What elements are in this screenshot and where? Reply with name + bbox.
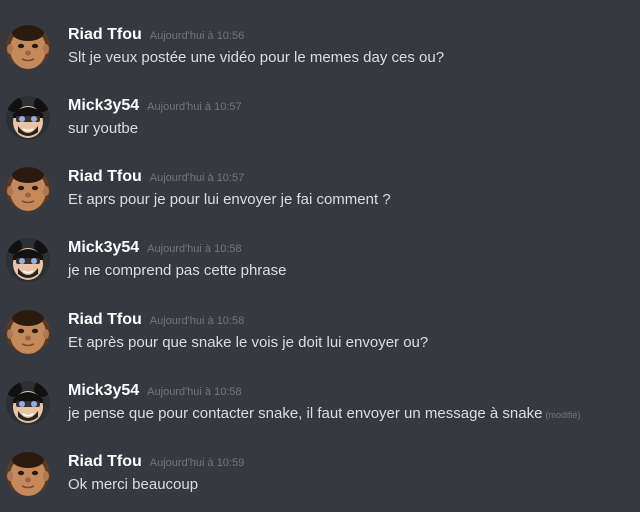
message-text: je pense que pour contacter snake, il fa… (68, 404, 580, 425)
message-body: je pense que pour contacter snake, il fa… (68, 405, 543, 422)
message-body: Et aprs pour je pour lui envoyer je fai … (68, 191, 391, 208)
user-avatar[interactable] (6, 452, 50, 496)
message-timestamp: Aujourd'hui à 10:58 (147, 386, 242, 398)
message-text: sur youtbe (68, 119, 138, 139)
chat-message: Mick3y54 Aujourd'hui à 10:57 sur youtbe (0, 96, 640, 166)
message-body: Slt je veux postée une vidéo pour le mem… (68, 49, 445, 66)
message-author[interactable]: Riad Tfou (68, 168, 142, 185)
message-body: Et après pour que snake le vois je doit … (68, 334, 429, 351)
message-timestamp: Aujourd'hui à 10:57 (149, 172, 245, 184)
message-header: Mick3y54 Aujourd'hui à 10:58 (68, 381, 242, 401)
message-text: Slt je veux postée une vidéo pour le mem… (68, 48, 444, 68)
user-avatar[interactable] (6, 96, 50, 140)
chat-message-list[interactable]: Riad Tfou Aujourd'hui à 10:56 Slt je veux… (0, 0, 640, 512)
user-avatar[interactable] (6, 238, 50, 282)
message-author[interactable]: Riad Tfou (68, 26, 142, 43)
user-avatar[interactable] (6, 167, 50, 211)
message-header: Riad Tfou Aujourd'hui à 10:56 (68, 25, 244, 45)
message-body: je ne comprend pas cette phrase (68, 262, 287, 279)
chat-message: Riad Tfou Aujourd'hui à 10:59 Ok merci be… (0, 452, 640, 512)
message-timestamp: Aujourd'hui à 10:56 (149, 30, 245, 42)
message-header: Mick3y54 Aujourd'hui à 10:57 (68, 96, 242, 116)
message-author[interactable]: Mick3y54 (68, 97, 139, 114)
message-author[interactable]: Mick3y54 (68, 239, 139, 256)
message-timestamp: Aujourd'hui à 10:58 (147, 243, 242, 255)
chat-message: Mick3y54 Aujourd'hui à 10:58 je ne compre… (0, 238, 640, 308)
message-header: Riad Tfou Aujourd'hui à 10:59 (68, 452, 244, 472)
message-text: Et aprs pour je pour lui envoyer je fai … (68, 190, 391, 210)
message-timestamp: Aujourd'hui à 10:58 (149, 315, 245, 327)
message-author[interactable]: Mick3y54 (68, 382, 139, 399)
message-text: Ok merci beaucoup (68, 475, 198, 495)
chat-message: Mick3y54 Aujourd'hui à 10:58 je pense que… (0, 381, 640, 451)
message-author[interactable]: Riad Tfou (68, 453, 142, 470)
message-timestamp: Aujourd'hui à 10:57 (147, 101, 242, 113)
message-body: Ok merci beaucoup (68, 476, 199, 493)
message-author[interactable]: Riad Tfou (68, 311, 142, 328)
chat-message: Riad Tfou Aujourd'hui à 10:57 Et aprs pou… (0, 167, 640, 237)
edited-label: (modifié) (545, 410, 581, 420)
message-header: Riad Tfou Aujourd'hui à 10:57 (68, 167, 244, 187)
message-body: sur youtbe (68, 120, 139, 137)
chat-message: Riad Tfou Aujourd'hui à 10:58 Et après po… (0, 310, 640, 380)
message-header: Mick3y54 Aujourd'hui à 10:58 (68, 238, 242, 258)
user-avatar[interactable] (6, 310, 50, 354)
message-text: Et après pour que snake le vois je doit … (68, 333, 428, 353)
user-avatar[interactable] (6, 381, 50, 425)
message-timestamp: Aujourd'hui à 10:59 (149, 457, 245, 469)
message-text: je ne comprend pas cette phrase (68, 261, 286, 281)
chat-message: Riad Tfou Aujourd'hui à 10:56 Slt je veux… (0, 25, 640, 95)
user-avatar[interactable] (6, 25, 50, 69)
message-header: Riad Tfou Aujourd'hui à 10:58 (68, 310, 244, 330)
